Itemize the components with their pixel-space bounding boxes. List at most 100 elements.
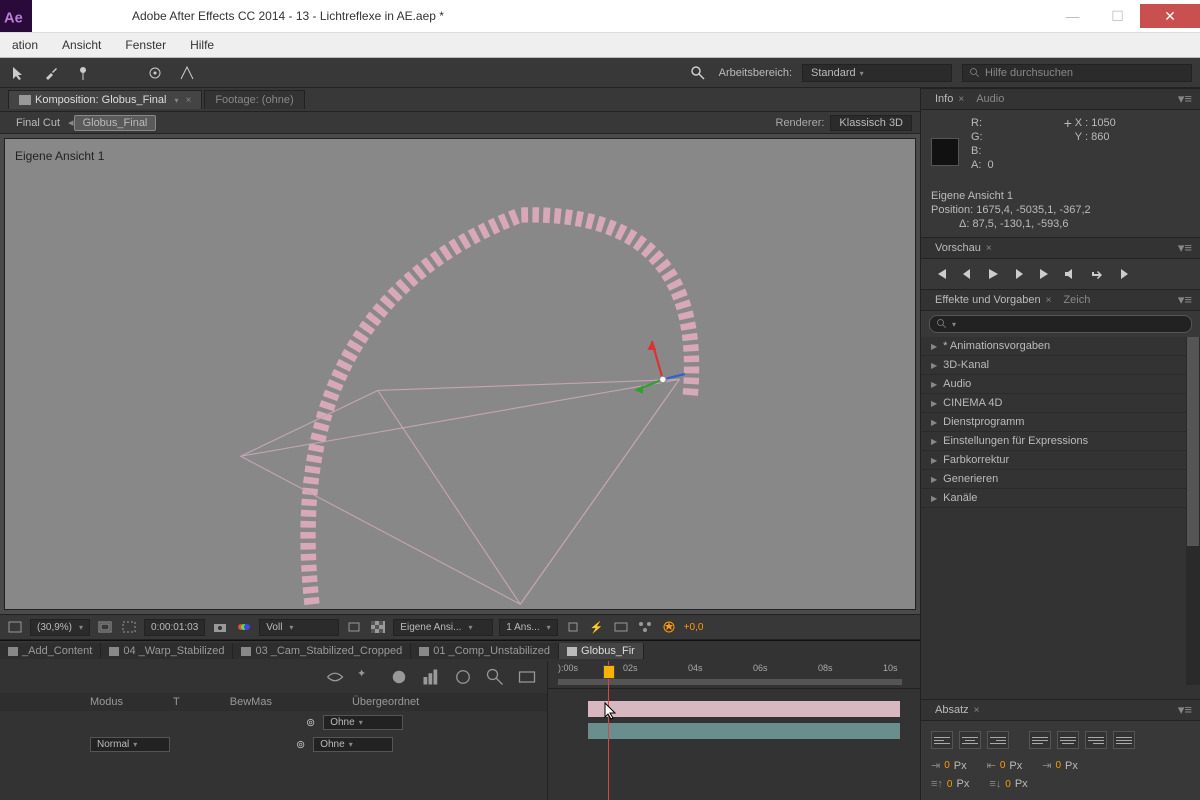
indent-left-input[interactable]: ⇥0Px	[931, 759, 967, 772]
selection-tool-icon[interactable]	[8, 62, 30, 84]
menu-item[interactable]: Hilfe	[178, 38, 226, 52]
panel-menu-icon[interactable]: ▾≡	[1178, 702, 1192, 718]
tab-composition[interactable]: Komposition: Globus_Final ×	[8, 90, 202, 109]
indent-right-input[interactable]: ⇥0Px	[1042, 759, 1078, 772]
search-icon[interactable]	[687, 62, 709, 84]
tab-footage[interactable]: Footage: (ohne)	[204, 90, 304, 109]
panel-menu-icon[interactable]: ▾≡	[1178, 292, 1192, 308]
transparency-grid-icon[interactable]	[369, 618, 387, 636]
motion-blur-icon[interactable]	[389, 667, 409, 687]
prev-frame-button[interactable]	[959, 266, 975, 282]
effect-category[interactable]: ▶Einstellungen für Expressions	[921, 432, 1200, 451]
reset-exposure-icon[interactable]	[660, 618, 678, 636]
timeline-tab[interactable]: 01 _Comp_Unstabilized	[411, 643, 559, 659]
loop-button[interactable]	[1089, 266, 1105, 282]
layer-row[interactable]: Normal ⊚ Ohne	[0, 733, 547, 755]
tab-paragraph[interactable]: Absatz×	[929, 703, 985, 717]
align-left-button[interactable]	[931, 731, 953, 749]
play-button[interactable]	[985, 266, 1001, 282]
playhead[interactable]	[608, 661, 609, 800]
tab-effects[interactable]: Effekte und Vorgaben×	[929, 293, 1057, 307]
renderer-select[interactable]: Klassisch 3D	[830, 115, 912, 131]
effect-category[interactable]: ▶Audio	[921, 375, 1200, 394]
maximize-button[interactable]: ☐	[1095, 4, 1140, 28]
ram-preview-button[interactable]	[1115, 266, 1131, 282]
layer-bar[interactable]	[588, 723, 900, 739]
brainstorm-icon[interactable]	[453, 667, 473, 687]
layer-row[interactable]: ⊚ Ohne	[0, 711, 547, 733]
layer-bar[interactable]	[588, 701, 900, 717]
scrollbar[interactable]	[1186, 337, 1200, 685]
rect-icon[interactable]	[6, 618, 24, 636]
snapshot-icon[interactable]	[211, 618, 229, 636]
effect-category[interactable]: ▶3D-Kanal	[921, 356, 1200, 375]
menu-item[interactable]: ation	[0, 38, 50, 52]
help-search-input[interactable]: Hilfe durchsuchen	[962, 64, 1192, 82]
workspace-select[interactable]: Standard	[802, 64, 952, 82]
work-area-bar[interactable]	[558, 679, 902, 685]
effect-category[interactable]: ▶Generieren	[921, 470, 1200, 489]
parent-select[interactable]: Ohne	[323, 715, 403, 730]
safe-zones-icon[interactable]	[96, 618, 114, 636]
timeline-tab[interactable]: 04 _Warp_Stabilized	[101, 643, 233, 659]
timeline-tab[interactable]: _Add_Content	[0, 643, 101, 659]
first-frame-button[interactable]	[933, 266, 949, 282]
next-frame-button[interactable]	[1011, 266, 1027, 282]
col-modus[interactable]: Modus	[90, 696, 123, 708]
justify-all-button[interactable]	[1113, 731, 1135, 749]
justify-right-button[interactable]	[1085, 731, 1107, 749]
minimize-button[interactable]: —	[1050, 4, 1095, 28]
parent-select[interactable]: Ohne	[313, 737, 393, 752]
justify-left-button[interactable]	[1029, 731, 1051, 749]
timeline-icon[interactable]	[612, 618, 630, 636]
auto-keyframe-icon[interactable]	[485, 667, 505, 687]
shy-icon[interactable]	[325, 667, 345, 687]
resolution-select[interactable]: Voll	[259, 619, 339, 636]
effect-category[interactable]: ▶Kanäle	[921, 489, 1200, 508]
roi-icon[interactable]	[345, 618, 363, 636]
pickwhip-icon[interactable]: ⊚	[306, 716, 315, 729]
channel-icon[interactable]	[235, 618, 253, 636]
timeline-tracks[interactable]: ):00s 02s 04s 06s 08s 10s	[548, 661, 920, 800]
pin-tool-icon[interactable]	[72, 62, 94, 84]
space-before-input[interactable]: ≡↑0Px	[931, 778, 969, 790]
effect-category[interactable]: ▶Farbkorrektur	[921, 451, 1200, 470]
composition-viewport[interactable]: Eigene Ansicht 1	[4, 138, 916, 610]
mute-button[interactable]	[1063, 266, 1079, 282]
fast-preview-icon[interactable]: ⚡	[588, 618, 606, 636]
menu-item[interactable]: Ansicht	[50, 38, 113, 52]
pickwhip-icon[interactable]: ⊚	[296, 738, 305, 751]
timecode-display[interactable]: 0:00:01:03	[144, 619, 205, 636]
pixel-aspect-icon[interactable]	[564, 618, 582, 636]
switches-icon[interactable]	[517, 667, 537, 687]
zoom-select[interactable]: (30,9%)	[30, 619, 90, 636]
timeline-tab-active[interactable]: Globus_Fir	[559, 643, 644, 659]
graph-icon[interactable]	[421, 667, 441, 687]
close-button[interactable]: ✕	[1140, 4, 1200, 28]
last-frame-button[interactable]	[1037, 266, 1053, 282]
views-count-select[interactable]: 1 Ans...	[499, 619, 557, 636]
close-icon[interactable]: ×	[185, 95, 191, 106]
space-after-input[interactable]: ≡↓0Px	[989, 778, 1027, 790]
breadcrumb-item-active[interactable]: Globus_Final	[74, 115, 157, 131]
anchor-tool-icon[interactable]	[144, 62, 166, 84]
align-center-button[interactable]	[959, 731, 981, 749]
rotobrush-tool-icon[interactable]	[40, 62, 62, 84]
chevron-down-icon[interactable]	[170, 94, 178, 106]
justify-center-button[interactable]	[1057, 731, 1079, 749]
align-right-button[interactable]	[987, 731, 1009, 749]
frame-blend-icon[interactable]: ✦	[357, 667, 377, 687]
flowchart-icon[interactable]	[636, 618, 654, 636]
panel-menu-icon[interactable]: ▾≡	[1178, 240, 1192, 256]
tab-character[interactable]: Zeich	[1057, 293, 1096, 307]
tab-audio[interactable]: Audio	[970, 92, 1010, 106]
panel-menu-icon[interactable]: ▾≡	[1178, 91, 1192, 107]
mask-icon[interactable]	[120, 618, 138, 636]
blend-mode-select[interactable]: Normal	[90, 737, 170, 752]
effect-category[interactable]: ▶* Animationsvorgaben	[921, 337, 1200, 356]
breadcrumb-item[interactable]: Final Cut	[8, 116, 68, 130]
effects-search-input[interactable]: ▾	[929, 315, 1192, 333]
effect-category[interactable]: ▶CINEMA 4D	[921, 394, 1200, 413]
indent-first-input[interactable]: ⇤0Px	[987, 759, 1023, 772]
menu-item[interactable]: Fenster	[113, 38, 178, 52]
